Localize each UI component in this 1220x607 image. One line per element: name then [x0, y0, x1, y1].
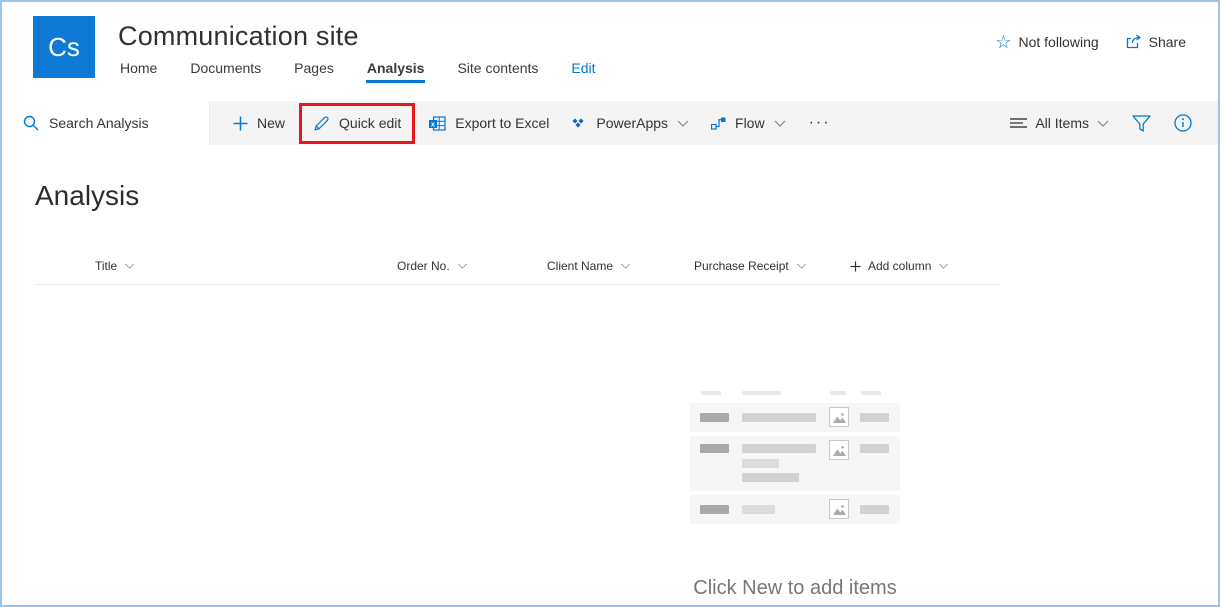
share-icon — [1126, 34, 1141, 49]
column-label: Title — [95, 259, 118, 273]
view-label: All Items — [1035, 115, 1089, 131]
plus-icon — [850, 261, 861, 271]
quick-edit-highlight-annotation: Quick edit — [299, 102, 416, 144]
image-placeholder-icon — [829, 407, 849, 427]
plus-icon — [233, 116, 248, 130]
search-input[interactable] — [49, 115, 199, 131]
flow-button[interactable]: Flow — [700, 101, 797, 145]
column-header-title[interactable]: Title — [95, 259, 135, 273]
list-view-icon — [1010, 118, 1028, 128]
column-header-row: Title Order No. Client Name Purchase Rec… — [35, 255, 1000, 285]
column-label: Order No. — [397, 259, 450, 273]
flow-label: Flow — [735, 115, 765, 131]
column-label: Client Name — [547, 259, 614, 273]
chevron-down-icon — [457, 263, 467, 269]
image-placeholder-icon — [829, 499, 849, 519]
info-icon[interactable] — [1174, 114, 1192, 132]
star-icon: ☆ — [995, 32, 1012, 52]
illustration-row — [690, 495, 900, 524]
command-bar: New Quick edit x Export to Excel — [2, 101, 1218, 145]
share-label: Share — [1148, 34, 1186, 50]
chevron-down-icon — [677, 120, 689, 127]
view-selector[interactable]: All Items — [1010, 115, 1109, 131]
chevron-down-icon — [774, 120, 786, 127]
filter-icon[interactable] — [1132, 114, 1151, 132]
header-actions: ☆ Not following Share — [995, 33, 1186, 51]
add-column-label: Add column — [868, 259, 932, 273]
chevron-down-icon — [620, 263, 631, 269]
column-header-order-no[interactable]: Order No. — [397, 259, 468, 273]
pencil-icon — [314, 115, 329, 131]
powerapps-label: PowerApps — [596, 115, 669, 131]
excel-icon: x — [429, 115, 446, 131]
site-nav: Home Documents Pages Analysis Site conte… — [119, 57, 597, 83]
powerapps-icon — [572, 118, 584, 128]
export-to-excel-button[interactable]: x Export to Excel — [418, 101, 560, 145]
empty-state-text: Click New to add items — [693, 577, 897, 599]
site-logo[interactable]: Cs — [33, 16, 95, 78]
chevron-down-icon — [1097, 120, 1109, 127]
image-placeholder-icon — [829, 440, 849, 460]
illustration-row — [690, 436, 900, 491]
search-icon — [23, 115, 39, 131]
nav-item-pages[interactable]: Pages — [293, 57, 335, 82]
overflow-menu-button[interactable]: ··· — [797, 114, 843, 132]
chevron-down-icon — [939, 263, 949, 269]
search-box[interactable] — [2, 101, 210, 145]
nav-item-site-contents[interactable]: Site contents — [456, 57, 539, 82]
nav-item-home[interactable]: Home — [119, 57, 158, 82]
chevron-down-icon — [125, 263, 135, 269]
site-title: Communication site — [118, 21, 359, 51]
site-logo-text: Cs — [48, 31, 80, 62]
column-header-client-name[interactable]: Client Name — [547, 259, 631, 273]
flow-icon — [711, 117, 726, 130]
nav-item-documents[interactable]: Documents — [189, 57, 262, 82]
column-header-purchase-receipt[interactable]: Purchase Receipt — [694, 259, 807, 273]
nav-item-edit[interactable]: Edit — [570, 57, 596, 82]
export-to-excel-label: Export to Excel — [455, 115, 550, 131]
add-column-button[interactable]: Add column — [850, 259, 949, 273]
command-bar-right: All Items — [1010, 114, 1218, 132]
quick-edit-button[interactable]: Quick edit — [302, 106, 412, 141]
follow-label: Not following — [1018, 34, 1099, 50]
quick-edit-label: Quick edit — [339, 115, 402, 131]
illustration-row — [690, 403, 900, 432]
share-button[interactable]: Share — [1125, 34, 1186, 50]
empty-state-illustration — [690, 386, 900, 524]
follow-button[interactable]: ☆ Not following — [995, 33, 1098, 51]
new-label: New — [257, 115, 286, 131]
column-label: Purchase Receipt — [694, 259, 789, 273]
sharepoint-window: Cs Communication site Home Documents Pag… — [0, 0, 1220, 607]
new-button[interactable]: New — [222, 101, 296, 145]
page-title: Analysis — [35, 180, 140, 211]
powerapps-button[interactable]: PowerApps — [560, 101, 700, 145]
chevron-down-icon — [796, 263, 806, 269]
nav-item-analysis[interactable]: Analysis — [365, 57, 426, 83]
